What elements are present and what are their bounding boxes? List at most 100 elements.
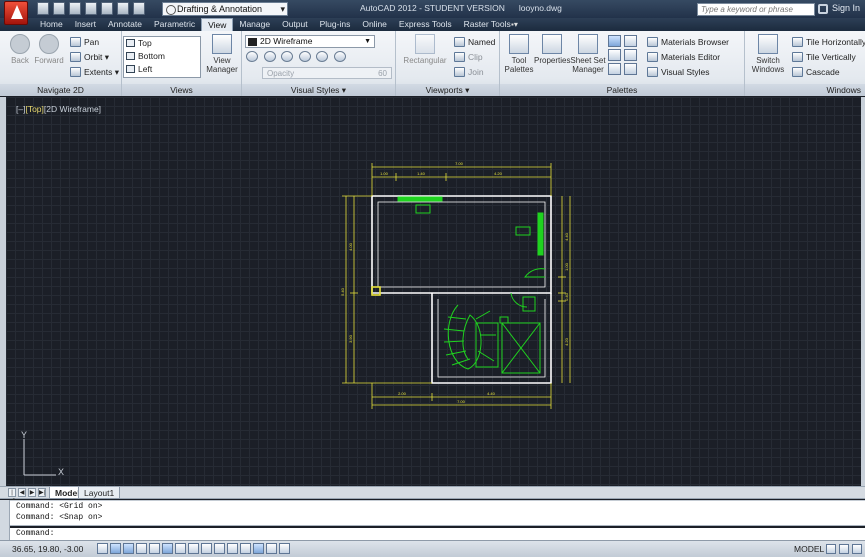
tab-parametric[interactable]: Parametric (148, 18, 201, 31)
opacity-slider[interactable]: Opacity 60 (262, 67, 392, 79)
shadow-icon[interactable] (281, 51, 294, 62)
viewports-panel: Rectangular Named Clip Join Viewports ▾ (396, 31, 500, 96)
floor-plan-drawing[interactable]: 7.00 1.00 1.40 4.20 2.00 4.40 7.00 4.00 … (6, 97, 861, 486)
coordinate-readout[interactable]: 36.65, 19.80, -3.00 (12, 544, 83, 554)
tab-insert[interactable]: Insert (69, 18, 102, 31)
object-snap-icon[interactable] (162, 543, 173, 554)
materials-editor-button[interactable]: Materials Editor (647, 51, 720, 63)
ortho-mode-icon[interactable] (136, 543, 147, 554)
forward-button[interactable]: Forward (31, 34, 67, 65)
model-space-button[interactable]: MODEL (794, 544, 824, 554)
navigate-2d-panel: Back Forward Pan Orbit ▾ Extents ▾ Navig… (0, 31, 122, 96)
cascade-button[interactable]: Cascade (792, 66, 840, 78)
view-item-left[interactable]: Left (124, 63, 200, 76)
view-item-top[interactable]: Top (124, 37, 200, 50)
dynamic-ucs-icon[interactable] (201, 543, 212, 554)
external-refs-icon[interactable] (623, 49, 637, 61)
visual-style-dropdown[interactable]: 2D Wireframe ▼ (245, 35, 375, 48)
transparency-icon[interactable] (240, 543, 251, 554)
command-line-toggle-icon[interactable] (608, 35, 621, 47)
face-style-icon[interactable] (263, 51, 276, 62)
tab-annotate[interactable]: Annotate (102, 18, 148, 31)
tool-palettes-button[interactable]: Tool Palettes (502, 34, 536, 74)
next-tab-button[interactable]: ▶ (28, 488, 36, 497)
rectangular-button[interactable]: Rectangular (400, 34, 450, 65)
grid-display-icon[interactable] (123, 543, 134, 554)
design-center-icon[interactable] (608, 49, 621, 61)
first-tab-button[interactable]: |◀ (8, 488, 16, 504)
open-icon[interactable] (53, 2, 65, 15)
prev-tab-button[interactable]: ◀ (18, 488, 26, 497)
quickcalc-icon[interactable] (608, 63, 621, 75)
extents-button[interactable]: Extents ▾ (70, 66, 119, 78)
search-icon[interactable] (818, 4, 828, 14)
autocad-logo-icon[interactable] (4, 1, 28, 25)
tab-home[interactable]: Home (34, 18, 69, 31)
markup-icon[interactable] (623, 63, 637, 75)
view-manager-button[interactable]: View Manager (204, 34, 240, 74)
save-as-icon[interactable] (85, 2, 97, 15)
tab-express-tools[interactable]: Express Tools (393, 18, 458, 31)
tab-layout1[interactable]: Layout1 (78, 487, 121, 499)
object-snap-tracking-icon[interactable] (188, 543, 199, 554)
command-line-handle[interactable] (0, 500, 10, 540)
tile-horizontally-button[interactable]: Tile Horizontally (792, 36, 865, 48)
quick-view-layouts-icon[interactable] (826, 544, 836, 554)
new-icon[interactable] (37, 2, 49, 15)
quick-view-drawings-icon[interactable] (839, 544, 849, 554)
material-icon[interactable] (333, 51, 346, 62)
infer-constraints-icon[interactable] (97, 543, 108, 554)
command-history-line: Command: <Grid on> (16, 502, 103, 511)
views-list[interactable]: Top Bottom Left (123, 36, 201, 78)
visual-styles-palette-button[interactable]: Visual Styles (647, 66, 710, 78)
pan-tool-icon[interactable] (852, 544, 862, 554)
save-icon[interactable] (69, 2, 81, 15)
annotation-monitor-icon[interactable] (279, 543, 290, 554)
polar-tracking-icon[interactable] (149, 543, 160, 554)
tab-raster-tools[interactable]: Raster Tools (458, 18, 517, 31)
command-input[interactable]: Command: (10, 528, 865, 540)
pan-button[interactable]: Pan (70, 36, 99, 48)
named-button[interactable]: Named (454, 36, 495, 48)
ucs-y-label: Y (21, 431, 27, 440)
tab-online[interactable]: Online (356, 18, 393, 31)
drawing-canvas[interactable]: [–][Top][2D Wireframe] 7.00 1.00 1.40 4.… (0, 97, 865, 486)
tile-vertically-button[interactable]: Tile Vertically (792, 51, 856, 63)
windows-panel: Switch Windows Tile Horizontally Tile Ve… (745, 31, 865, 96)
snap-mode-icon[interactable] (110, 543, 121, 554)
plot-icon[interactable] (101, 2, 113, 15)
switch-windows-button[interactable]: Switch Windows (749, 34, 787, 74)
last-tab-button[interactable]: ▶| (38, 488, 46, 497)
selection-cycling-icon[interactable] (266, 543, 277, 554)
orbit-button[interactable]: Orbit ▾ (70, 51, 109, 63)
dynamic-input-icon[interactable] (214, 543, 225, 554)
properties-icon (542, 34, 562, 54)
workspace-switcher[interactable]: Drafting & Annotation ▾ (162, 2, 288, 16)
cube-icon (126, 52, 135, 60)
xray-icon[interactable] (298, 51, 311, 62)
materials-browser-button[interactable]: Materials Browser (647, 36, 729, 48)
color-icon[interactable] (316, 51, 329, 62)
palettes-panel: Tool Palettes Properties Sheet Set Manag… (500, 31, 745, 96)
tab-manage[interactable]: Manage (233, 18, 276, 31)
join-button[interactable]: Join (454, 66, 484, 78)
sheet-set-manager-button[interactable]: Sheet Set Manager (570, 34, 606, 74)
undo-icon[interactable] (117, 2, 129, 15)
sign-in-link[interactable]: Sign In (832, 3, 860, 13)
redo-icon[interactable] (133, 2, 145, 15)
layer-properties-icon[interactable] (623, 35, 637, 47)
quick-properties-icon[interactable] (253, 543, 264, 554)
lineweight-icon[interactable] (227, 543, 238, 554)
tab-output[interactable]: Output (276, 18, 314, 31)
3d-object-snap-icon[interactable] (175, 543, 186, 554)
search-input[interactable]: Type a keyword or phrase (697, 3, 815, 16)
ribbon-options-icon[interactable]: ▪▾ (511, 20, 525, 29)
tab-view[interactable]: View (201, 18, 234, 31)
tile-horizontal-icon (792, 37, 803, 47)
tab-plug-ins[interactable]: Plug-ins (314, 18, 357, 31)
walls (371, 195, 552, 384)
properties-button[interactable]: Properties (534, 34, 570, 65)
view-item-bottom[interactable]: Bottom (124, 50, 200, 63)
clip-button[interactable]: Clip (454, 51, 483, 63)
edge-effects-icon[interactable] (246, 51, 258, 62)
